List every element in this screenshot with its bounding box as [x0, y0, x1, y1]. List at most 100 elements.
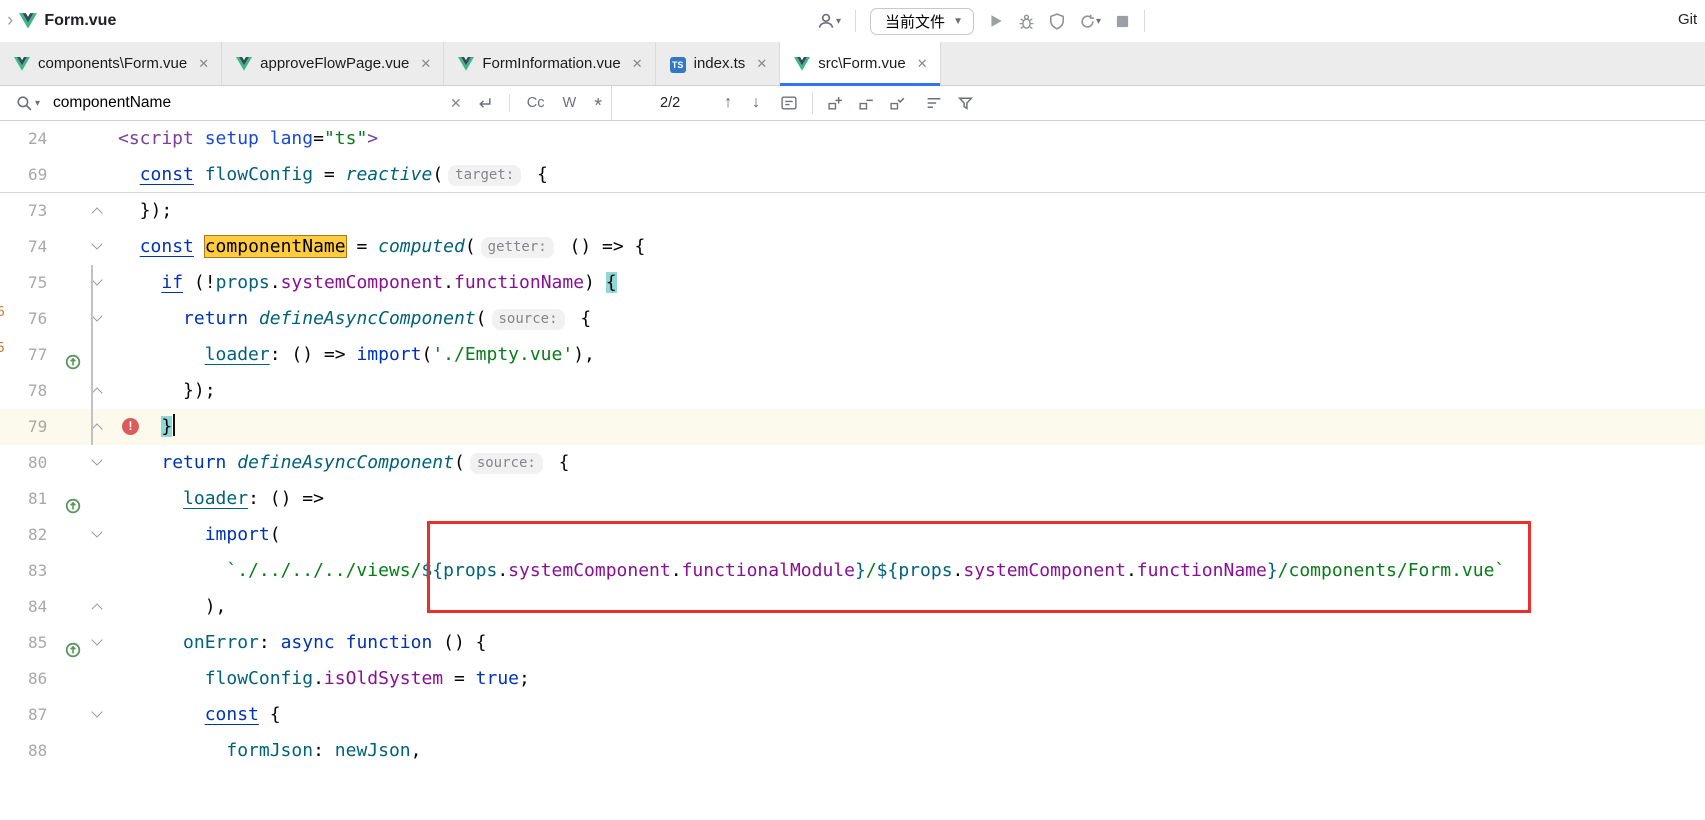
- close-tab-icon[interactable]: ✕: [198, 56, 209, 72]
- code-text[interactable]: import(: [118, 517, 281, 553]
- code-line: 24<script setup lang="ts">: [0, 121, 1705, 157]
- line-number: 87: [0, 697, 50, 733]
- gutter[interactable]: 73: [0, 193, 118, 229]
- vue-icon: [236, 57, 252, 71]
- error-icon[interactable]: !: [122, 418, 139, 435]
- code-text[interactable]: });: [118, 373, 216, 409]
- code-text[interactable]: const {: [118, 697, 281, 733]
- run-config-selector[interactable]: 当前文件 ▼: [870, 8, 974, 35]
- code-text[interactable]: ),: [118, 589, 226, 625]
- tab-label: components\Form.vue: [38, 55, 187, 72]
- fold-marker-icon[interactable]: [91, 454, 102, 465]
- regex-toggle[interactable]: *: [594, 101, 602, 111]
- stop-icon[interactable]: [1115, 14, 1130, 29]
- debug-icon[interactable]: [1018, 13, 1035, 30]
- line-number: 81: [0, 481, 50, 517]
- fold-marker-icon[interactable]: [91, 310, 102, 321]
- code-text[interactable]: return defineAsyncComponent(source: {: [118, 301, 591, 337]
- gutter[interactable]: 24: [0, 121, 118, 157]
- line-number: 74: [0, 229, 50, 265]
- prev-match-icon[interactable]: ↑: [724, 94, 732, 112]
- chevron-right-icon[interactable]: ›: [7, 10, 13, 32]
- next-match-icon[interactable]: ↓: [752, 94, 760, 112]
- search-icon: [16, 95, 33, 112]
- code-text[interactable]: const flowConfig = reactive(target: {: [118, 157, 548, 193]
- code-text[interactable]: flowConfig.isOldSystem = true;: [118, 661, 530, 697]
- match-case-toggle[interactable]: Cc: [527, 95, 545, 111]
- gutter[interactable]: 87: [0, 697, 118, 733]
- fold-marker-icon[interactable]: [91, 526, 102, 537]
- code-text[interactable]: const componentName = computed(getter: (…: [118, 229, 645, 265]
- code-line: 75 if (!props.systemComponent.functionNa…: [0, 265, 1705, 301]
- close-tab-icon[interactable]: ✕: [632, 56, 643, 72]
- search-field[interactable]: ▾ componentName ✕ Cc W *: [0, 86, 612, 120]
- gutter[interactable]: 88: [0, 733, 118, 769]
- inlay-hint: getter:: [481, 237, 554, 258]
- fold-marker-icon[interactable]: [91, 238, 102, 249]
- whole-words-toggle[interactable]: W: [563, 95, 577, 111]
- close-tab-icon[interactable]: ✕: [756, 56, 767, 72]
- code-text[interactable]: loader: () => import('./Empty.vue'),: [118, 337, 595, 373]
- annotation-rectangle: [427, 521, 1531, 613]
- close-tab-icon[interactable]: ✕: [420, 56, 431, 72]
- vue-icon: [458, 57, 474, 71]
- search-query[interactable]: componentName: [53, 94, 171, 112]
- editor-tab[interactable]: TSindex.ts✕: [656, 42, 781, 85]
- fold-marker-icon[interactable]: [91, 706, 102, 717]
- code-text[interactable]: if (!props.systemComponent.functionName)…: [118, 265, 617, 301]
- code-line: 88 formJson: newJson,: [0, 733, 1705, 769]
- divider: [509, 94, 510, 112]
- fold-marker-icon[interactable]: [91, 634, 102, 645]
- rerun-icon[interactable]: ▾: [1079, 13, 1101, 30]
- in-selection-icon[interactable]: [780, 95, 798, 111]
- code-editor[interactable]: 24<script setup lang="ts">69 const flowC…: [0, 121, 1705, 820]
- code-text[interactable]: <script setup lang="ts">: [118, 121, 378, 157]
- fold-marker-icon[interactable]: [91, 207, 102, 218]
- gutter[interactable]: 69: [0, 157, 118, 193]
- gutter[interactable]: 86: [0, 661, 118, 697]
- gutter[interactable]: 85: [0, 625, 118, 661]
- chevron-down-icon: ▼: [953, 16, 963, 27]
- search-history-icon[interactable]: ▾: [35, 98, 40, 109]
- code-text[interactable]: onError: async function () {: [118, 625, 487, 661]
- gutter[interactable]: 84: [0, 589, 118, 625]
- editor-tab[interactable]: components\Form.vue ✕: [0, 42, 222, 85]
- code-text[interactable]: });: [118, 193, 172, 229]
- clear-search-icon[interactable]: ✕: [450, 95, 462, 112]
- close-tab-icon[interactable]: ✕: [917, 56, 928, 72]
- code-line: 79 }!: [0, 409, 1705, 445]
- select-all-occurrences-icon[interactable]: [889, 95, 907, 111]
- gutter[interactable]: 83: [0, 553, 118, 589]
- newline-icon[interactable]: [476, 96, 493, 111]
- code-line: 78 });: [0, 373, 1705, 409]
- code-text[interactable]: loader: () =>: [118, 481, 324, 517]
- gutter[interactable]: 82: [0, 517, 118, 553]
- fold-marker-icon[interactable]: [91, 423, 102, 434]
- editor-tab[interactable]: src\Form.vue✕: [780, 42, 940, 85]
- gutter[interactable]: 80: [0, 445, 118, 481]
- filter-icon[interactable]: [957, 95, 974, 111]
- editor-tab[interactable]: FormInformation.vue✕: [444, 42, 655, 85]
- git-menu[interactable]: Git: [1678, 11, 1697, 28]
- code-text[interactable]: formJson: newJson,: [118, 733, 421, 769]
- gutter[interactable]: 75: [0, 265, 118, 301]
- code-text[interactable]: return defineAsyncComponent(source: {: [118, 445, 570, 481]
- run-icon[interactable]: [988, 13, 1004, 29]
- gutter[interactable]: 79: [0, 409, 118, 445]
- fold-marker-icon[interactable]: [91, 387, 102, 398]
- code-with-me-icon[interactable]: ▾: [816, 12, 841, 30]
- line-number: 77: [0, 337, 50, 373]
- remove-occurrence-icon[interactable]: [858, 95, 876, 111]
- fold-marker-icon[interactable]: [91, 274, 102, 285]
- fold-marker-icon[interactable]: [91, 603, 102, 614]
- gutter[interactable]: 76: [0, 301, 118, 337]
- editor-tab[interactable]: approveFlowPage.vue✕: [222, 42, 444, 85]
- gutter[interactable]: 77: [0, 337, 118, 373]
- search-options-icon[interactable]: [925, 95, 943, 111]
- gutter[interactable]: 81: [0, 481, 118, 517]
- gutter[interactable]: 74: [0, 229, 118, 265]
- inlay-hint: target:: [448, 165, 521, 186]
- add-occurrence-icon[interactable]: [827, 95, 845, 111]
- coverage-icon[interactable]: [1049, 13, 1065, 30]
- gutter[interactable]: 78: [0, 373, 118, 409]
